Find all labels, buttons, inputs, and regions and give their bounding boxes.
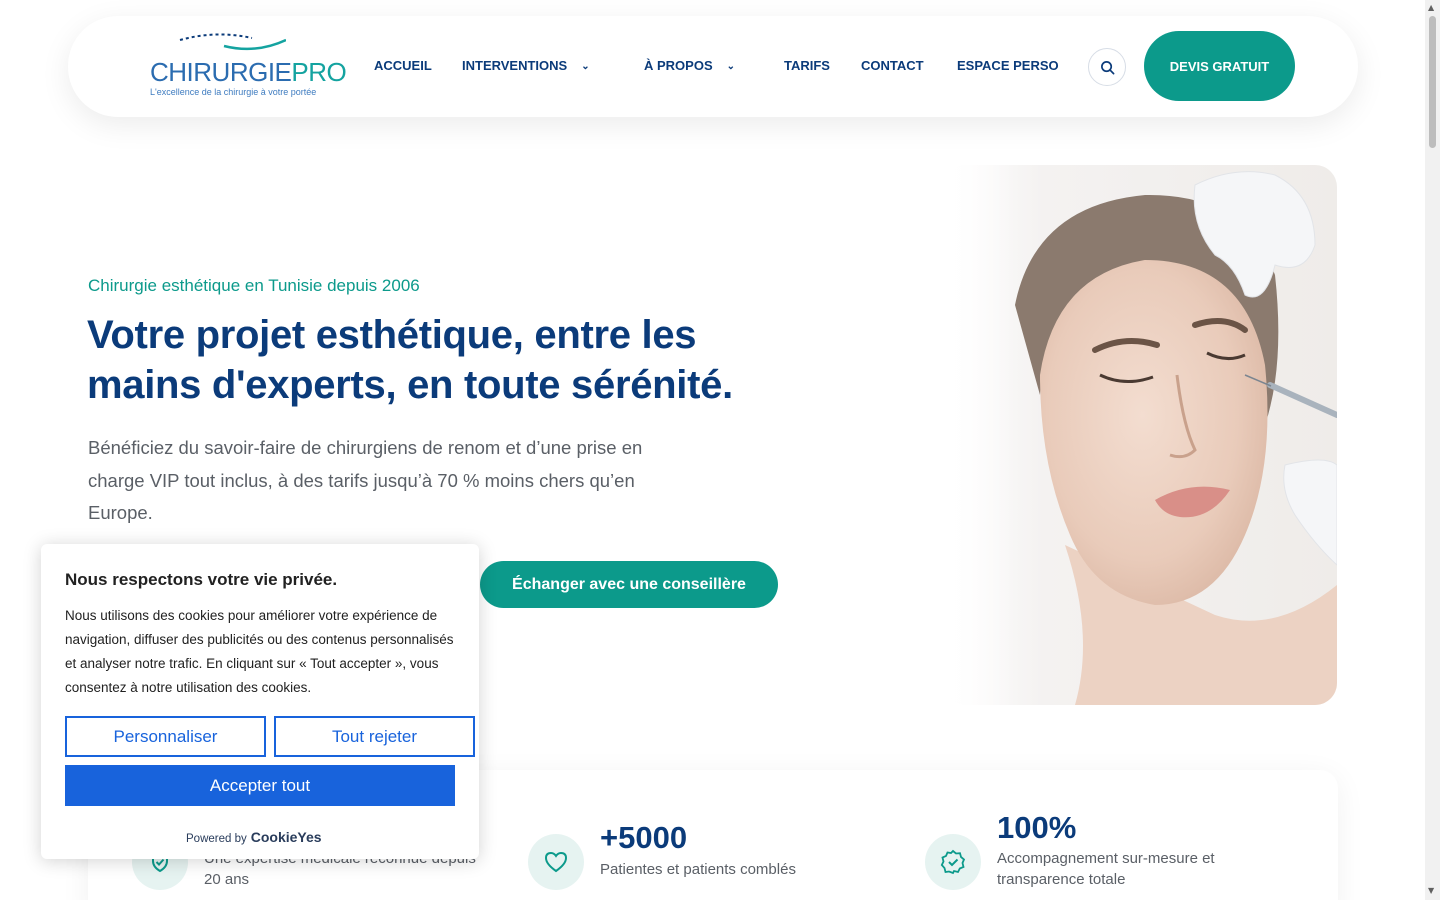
nav-contact[interactable]: CONTACT — [861, 58, 924, 73]
nav-interventions[interactable]: INTERVENTIONS ⌄ — [462, 58, 590, 73]
cookie-title: Nous respectons votre vie privée. — [65, 570, 338, 589]
logo-wordmark: CHIRURGIEPRO — [150, 57, 347, 87]
devis-gratuit-button[interactable]: DEVIS GRATUIT — [1144, 31, 1295, 101]
contact-advisor-button[interactable]: Échanger avec une conseillère — [480, 561, 778, 608]
logo[interactable]: CHIRURGIEPRO L'excellence de la chirurgi… — [150, 32, 347, 102]
heart-icon — [544, 851, 568, 873]
reject-all-button[interactable]: Tout rejeter — [274, 716, 475, 757]
customize-button[interactable]: Personnaliser — [65, 716, 266, 757]
search-button[interactable] — [1088, 48, 1126, 86]
logo-tagline: L'excellence de la chirurgie à votre por… — [150, 87, 317, 97]
hero-description: Bénéficiez du savoir-faire de chirurgien… — [88, 437, 643, 523]
badge-check-icon — [940, 849, 966, 875]
scrollbar[interactable]: ▲ ▼ — [1425, 0, 1440, 900]
chevron-down-icon: ⌄ — [581, 61, 590, 72]
accept-all-button[interactable]: Accepter tout — [65, 765, 455, 806]
scroll-up-arrow-icon[interactable]: ▲ — [1428, 3, 1434, 12]
stat-value: 100% — [997, 810, 1077, 845]
stat-value: +5000 — [600, 820, 688, 855]
scroll-down-arrow-icon[interactable]: ▼ — [1428, 886, 1434, 895]
chevron-down-icon: ⌄ — [726, 61, 736, 72]
nav-a-propos[interactable]: À PROPOS ⌄ — [644, 58, 735, 73]
nav-tarifs[interactable]: TARIFS — [784, 58, 830, 73]
cookieyes-logo: CookieYes — [250, 829, 322, 845]
stat-icon-wrap — [528, 834, 584, 890]
cookie-text: Nous utilisons des cookies pour améliore… — [65, 608, 454, 695]
woman-face-illustration — [945, 165, 1337, 705]
site-header: CHIRURGIEPRO L'excellence de la chirurgi… — [68, 16, 1358, 117]
nav-espace-perso[interactable]: ESPACE PERSO — [957, 58, 1059, 73]
search-icon — [1100, 60, 1114, 74]
powered-by[interactable]: Powered by CookieYes — [186, 829, 322, 845]
cookie-consent-banner: Nous respectons votre vie privée. Nous u… — [41, 544, 479, 859]
scroll-thumb[interactable] — [1429, 16, 1436, 148]
stat-label: Patientes et patients comblés — [600, 861, 796, 878]
hero-title: Votre projet esthétique, entre les mains… — [87, 313, 733, 407]
hero-eyebrow: Chirurgie esthétique en Tunisie depuis 2… — [88, 276, 420, 295]
stat-label: Accompagnement sur-mesure et transparenc… — [997, 850, 1215, 888]
nav-accueil[interactable]: ACCUEIL — [374, 58, 432, 73]
stat-icon-wrap — [925, 834, 981, 890]
logo-swoosh-icon — [179, 33, 286, 51]
hero-image — [945, 165, 1337, 705]
